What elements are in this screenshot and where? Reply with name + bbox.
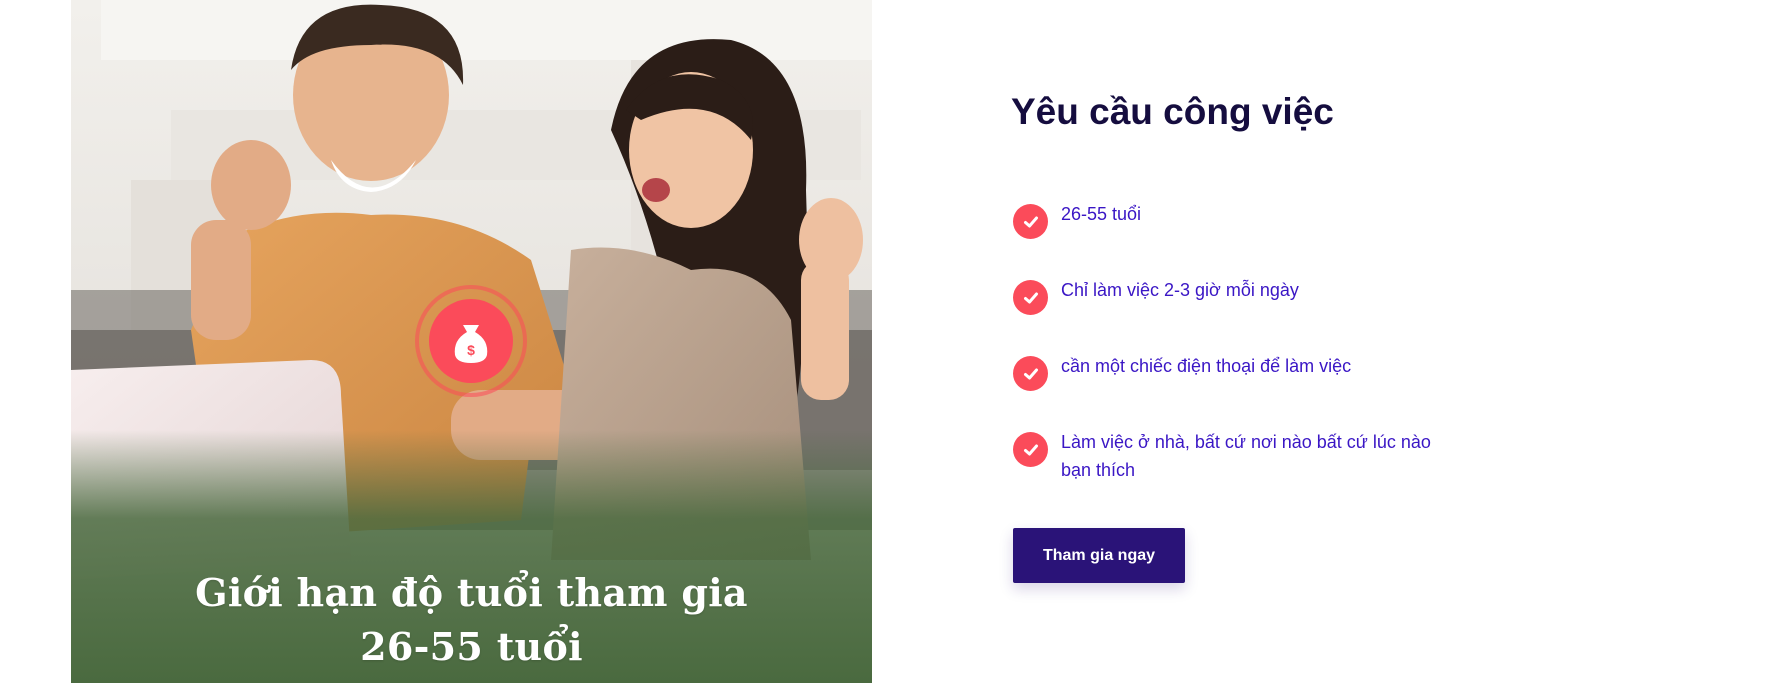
check-icon — [1013, 204, 1048, 239]
money-bag-icon: $ — [415, 285, 527, 397]
requirement-text-line2: bạn thích — [1061, 460, 1136, 480]
page: $ Giới hạn độ tuổi tham gia 26-55 tuổi Y… — [0, 0, 1790, 683]
requirement-text-line1: Làm việc ở nhà, bất cứ nơi nào bất cứ lú… — [1061, 432, 1431, 452]
requirement-text: Chỉ làm việc 2-3 giờ mỗi ngày — [1061, 280, 1299, 300]
requirement-item: cần một chiếc điện thoại để làm việc — [1011, 352, 1471, 391]
hero-caption-line1: Giới hạn độ tuổi tham gia — [195, 570, 748, 615]
check-icon — [1013, 280, 1048, 315]
money-bag-glyph: $ — [467, 342, 475, 358]
hero-caption-line2: 26-55 tuổi — [360, 624, 583, 669]
hero-caption: Giới hạn độ tuổi tham gia 26-55 tuổi — [71, 566, 872, 674]
requirements-title: Yêu cầu công việc — [1011, 91, 1334, 132]
hero-photo: $ Giới hạn độ tuổi tham gia 26-55 tuổi — [71, 0, 872, 683]
requirement-item: Làm việc ở nhà, bất cứ nơi nào bất cứ lú… — [1011, 428, 1471, 484]
requirement-item: 26-55 tuổi — [1011, 200, 1471, 239]
join-now-button[interactable]: Tham gia ngay — [1013, 528, 1185, 583]
requirement-text: 26-55 tuổi — [1061, 204, 1142, 224]
requirement-text: cần một chiếc điện thoại để làm việc — [1061, 356, 1352, 376]
check-icon — [1013, 356, 1048, 391]
requirement-item: Chỉ làm việc 2-3 giờ mỗi ngày — [1011, 276, 1471, 315]
check-icon — [1013, 432, 1048, 467]
job-requirements: Yêu cầu công việc 26-55 tuổi Chỉ làm việ… — [1011, 90, 1471, 480]
